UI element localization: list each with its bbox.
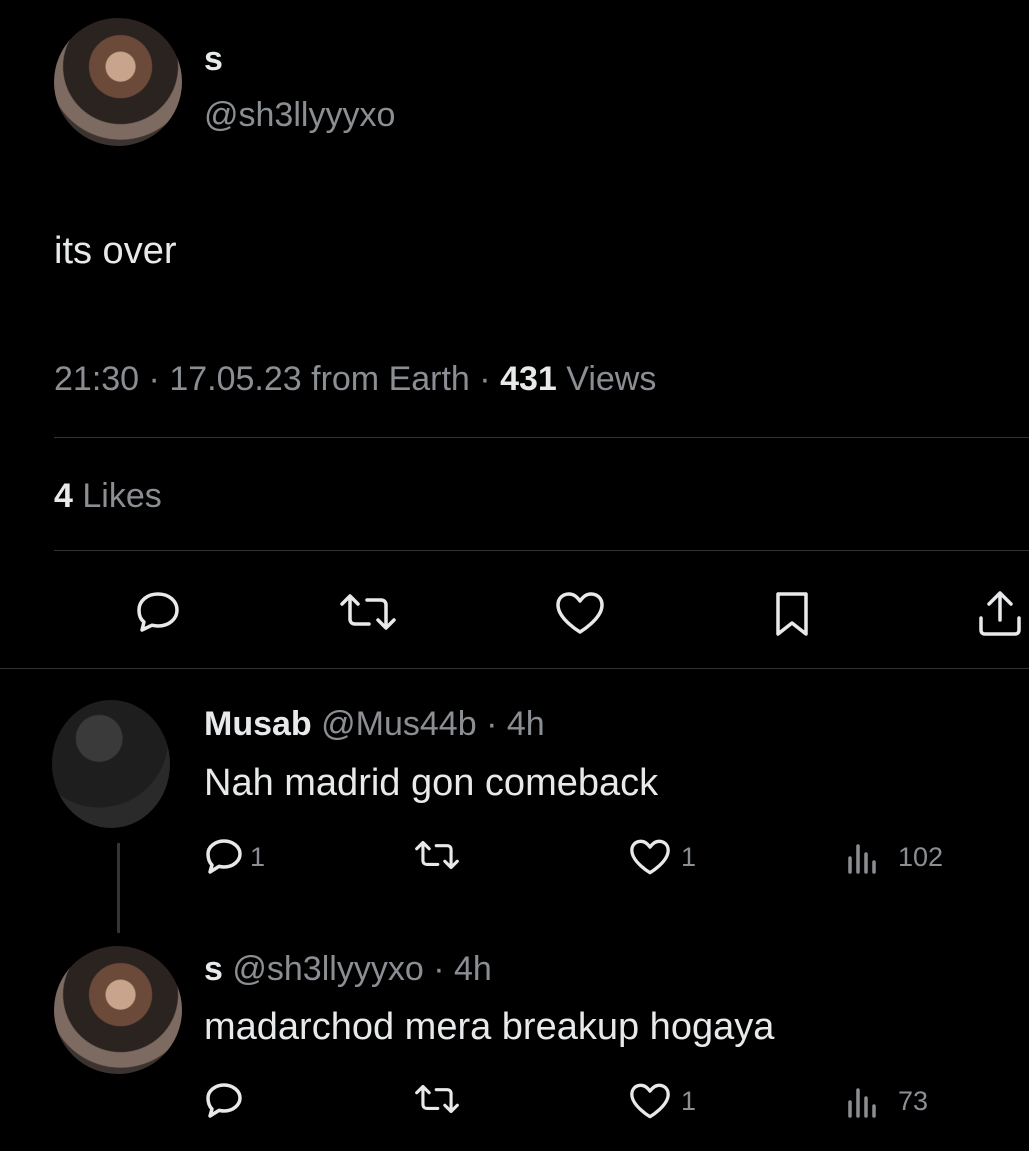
avatar[interactable] xyxy=(54,946,182,1074)
reply-header: Musab @Mus44b · 4h xyxy=(204,705,545,744)
reply-time[interactable]: 4h xyxy=(454,950,492,988)
likes-count: 4 xyxy=(54,477,73,515)
display-name[interactable]: s xyxy=(204,40,223,79)
user-handle[interactable]: @sh3llyyyxo xyxy=(232,950,423,988)
display-name[interactable]: s xyxy=(204,950,223,988)
views-icon[interactable] xyxy=(846,840,878,874)
like-icon[interactable] xyxy=(554,590,606,636)
views-count: 73 xyxy=(898,1086,929,1116)
retweet-icon[interactable] xyxy=(412,1082,462,1116)
reply-icon[interactable] xyxy=(134,590,182,634)
reply-time[interactable]: 4h xyxy=(507,705,545,743)
reply-header: s @sh3llyyyxo · 4h xyxy=(204,950,492,989)
reply-text: madarchod mera breakup hogaya xyxy=(204,1006,775,1048)
tweet-date: 17.05.23 from Earth xyxy=(169,360,470,398)
retweet-icon[interactable] xyxy=(412,838,462,872)
views-icon[interactable] xyxy=(846,1084,878,1118)
likes-label: Likes xyxy=(82,477,162,515)
separator-dot: · xyxy=(479,360,501,398)
views-count: 102 xyxy=(898,842,944,872)
user-handle[interactable]: @Mus44b xyxy=(321,705,476,743)
reply-icon[interactable] xyxy=(204,1082,244,1120)
like-icon[interactable] xyxy=(628,1082,672,1120)
tweet-time: 21:30 xyxy=(54,360,140,398)
views-count: 431 xyxy=(500,360,557,398)
share-icon[interactable] xyxy=(976,588,1024,638)
likes-stat[interactable]: 4 Likes xyxy=(54,477,162,516)
like-count: 1 xyxy=(681,842,697,872)
user-handle[interactable]: @sh3llyyyxo xyxy=(204,96,395,135)
avatar[interactable] xyxy=(54,18,182,146)
divider xyxy=(54,550,1029,551)
avatar[interactable] xyxy=(52,700,170,828)
like-icon[interactable] xyxy=(628,838,672,876)
divider xyxy=(0,668,1029,669)
thread-line xyxy=(117,843,120,933)
views-label: Views xyxy=(566,360,657,398)
reply-count: 1 xyxy=(250,842,266,872)
reply-text: Nah madrid gon comeback xyxy=(204,762,659,804)
retweet-icon[interactable] xyxy=(336,592,400,632)
separator-dot: · xyxy=(486,705,498,743)
divider xyxy=(54,437,1029,438)
display-name[interactable]: Musab xyxy=(204,705,312,743)
separator-dot: · xyxy=(148,360,170,398)
separator-dot: · xyxy=(433,950,445,988)
bookmark-icon[interactable] xyxy=(772,590,812,638)
like-count: 1 xyxy=(681,1086,697,1116)
tweet-meta: 21:30 · 17.05.23 from Earth · 431 Views xyxy=(54,360,656,399)
reply-icon[interactable] xyxy=(204,838,244,876)
tweet-text: its over xyxy=(54,230,177,272)
